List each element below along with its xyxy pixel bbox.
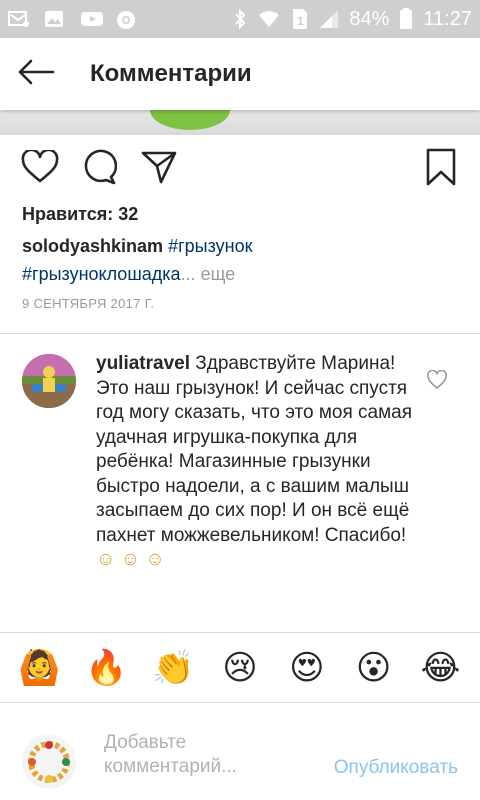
gallery-icon xyxy=(44,10,66,28)
page-title: Комментарии xyxy=(90,60,252,87)
signal-icon xyxy=(319,9,339,29)
post-photo-edge xyxy=(0,110,480,135)
post-caption: solodyashkinam #грызунок #грызуноклошадк… xyxy=(22,232,462,288)
comment-like-button[interactable] xyxy=(426,369,450,394)
wifi-icon xyxy=(257,9,281,29)
more-link[interactable]: ... еще xyxy=(181,264,236,284)
emoji-crying[interactable]: 😢 xyxy=(218,646,262,690)
arrow-left-icon xyxy=(17,59,55,90)
avatar xyxy=(22,735,76,789)
emoji-clap[interactable]: 👏 xyxy=(151,646,195,690)
battery-icon xyxy=(399,8,413,30)
status-bar: 1 84% 11:27 xyxy=(0,0,480,38)
chrome-icon xyxy=(116,10,138,29)
hashtag-link[interactable]: #грызуноклошадка xyxy=(22,264,181,284)
likes-count[interactable]: Нравится: 32 xyxy=(22,204,138,225)
emoji-heart-eyes[interactable]: 😍 xyxy=(285,646,329,690)
caption-username[interactable]: solodyashkinam xyxy=(22,236,163,256)
paper-plane-icon xyxy=(141,150,177,189)
heart-icon xyxy=(426,369,448,394)
divider xyxy=(0,333,480,334)
share-button[interactable] xyxy=(139,149,179,189)
top-app-bar: Комментарии xyxy=(0,38,480,110)
post-actions xyxy=(0,145,480,195)
emoji-surprised[interactable]: 😮 xyxy=(352,646,396,690)
svg-text:1: 1 xyxy=(297,14,304,28)
comment-body: yuliatravel Здравствуйте Марина! Это наш… xyxy=(96,352,416,573)
emoji-gesture-ok[interactable]: 🙆 xyxy=(17,646,61,690)
comment-bubble-icon xyxy=(81,149,118,190)
add-comment-bar: Добавьте комментарий... Опубликовать xyxy=(0,702,480,800)
bluetooth-icon xyxy=(233,9,247,29)
sim-icon: 1 xyxy=(291,8,309,30)
emoji-fire[interactable]: 🔥 xyxy=(84,646,128,690)
heart-icon xyxy=(21,148,59,189)
bookmark-icon xyxy=(426,148,456,191)
comment-button[interactable] xyxy=(79,149,119,189)
youtube-icon xyxy=(80,10,103,28)
comment-text: Здравствуйте Марина! Это наш грызунок! И… xyxy=(96,353,412,546)
comment-username[interactable]: yuliatravel xyxy=(96,353,190,374)
back-button[interactable] xyxy=(0,38,72,110)
clock: 11:27 xyxy=(423,7,472,30)
battery-percent: 84% xyxy=(349,7,390,30)
save-button[interactable] xyxy=(421,148,461,191)
post-date: 9 СЕНТЯБРЯ 2017 Г. xyxy=(22,296,155,311)
missed-call-icon xyxy=(8,10,30,28)
avatar[interactable] xyxy=(22,354,76,408)
like-button[interactable] xyxy=(20,148,60,189)
emoji-joy[interactable]: 😂 xyxy=(418,646,462,690)
comment-input[interactable]: Добавьте комментарий... xyxy=(104,731,294,779)
publish-button[interactable]: Опубликовать xyxy=(334,757,458,779)
emoji-quick-bar: 🙆 🔥 👏 😢 😍 😮 😂 xyxy=(0,632,480,702)
hashtag-link[interactable]: #грызунок xyxy=(168,236,252,256)
photo-content xyxy=(150,110,230,130)
comment-emojis: ☺ ☺ ☺ xyxy=(96,549,165,570)
